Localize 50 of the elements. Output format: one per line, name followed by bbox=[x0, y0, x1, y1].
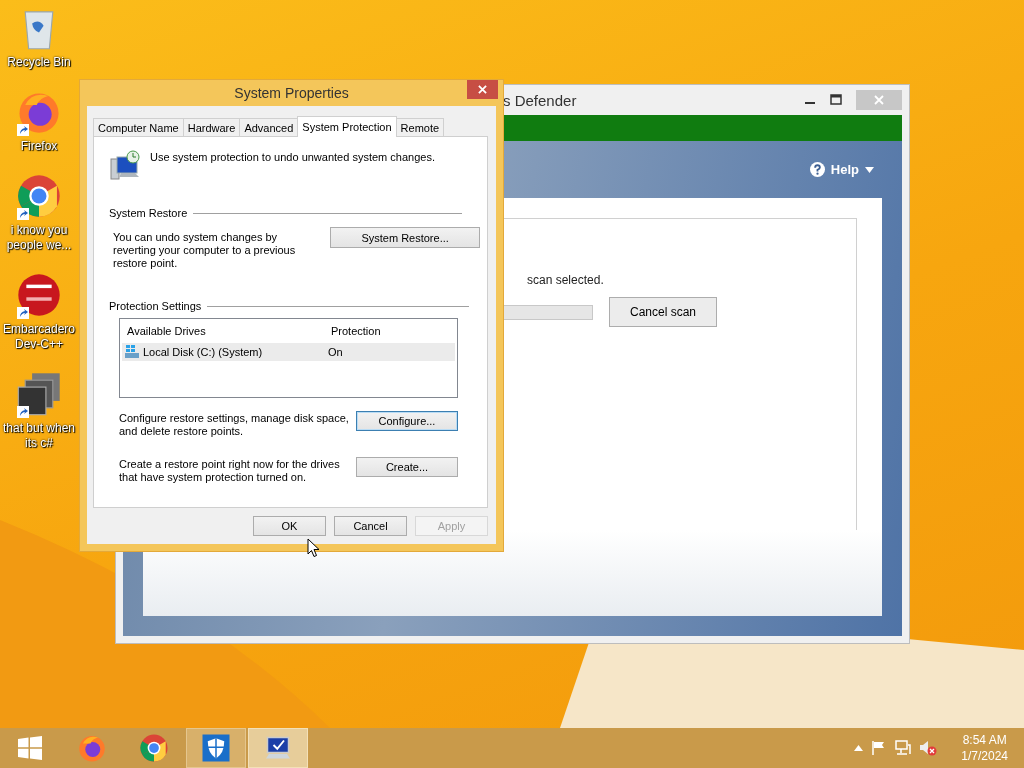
window-stack-icon bbox=[16, 371, 62, 417]
drive-icon bbox=[124, 345, 140, 359]
network-icon[interactable] bbox=[895, 740, 912, 756]
configure-button[interactable]: Configure... bbox=[356, 411, 458, 431]
create-button[interactable]: Create... bbox=[356, 457, 458, 477]
drive-row[interactable]: Local Disk (C:) (System) On bbox=[122, 343, 455, 361]
close-icon bbox=[478, 85, 487, 94]
maximize-icon[interactable] bbox=[830, 94, 842, 106]
shortcut-arrow-icon bbox=[17, 307, 29, 319]
tab[interactable]: Computer Name bbox=[93, 118, 184, 136]
window-title: System Properties bbox=[234, 85, 349, 101]
dialog-button[interactable]: Cancel bbox=[334, 516, 407, 536]
close-button[interactable] bbox=[467, 80, 498, 99]
tab[interactable]: System Protection bbox=[297, 116, 397, 137]
time-text: 8:54 AM bbox=[962, 732, 1007, 748]
shortcut-arrow-icon bbox=[17, 124, 29, 136]
tab[interactable]: Remote bbox=[395, 118, 445, 136]
taskbar-button[interactable] bbox=[186, 728, 246, 768]
description-text: Use system protection to undo unwanted system changes. bbox=[150, 151, 435, 163]
scan-status: scan selected. bbox=[527, 273, 605, 287]
muted-speaker-icon[interactable] bbox=[919, 740, 938, 756]
help-icon bbox=[809, 162, 825, 177]
help-menu[interactable]: Help bbox=[809, 162, 874, 177]
computer-restore-icon bbox=[109, 149, 141, 181]
cancel-scan-button[interactable]: Cancel scan bbox=[609, 297, 717, 327]
show-hidden-icons-icon[interactable] bbox=[854, 745, 864, 751]
dialog-button[interactable]: OK bbox=[253, 516, 326, 536]
description-text: Create a restore point right now for the drives that have system protection turned on. bbox=[119, 458, 341, 484]
chrome-icon bbox=[16, 173, 62, 219]
window-title: s Defender bbox=[503, 91, 577, 109]
column-header[interactable]: Protection bbox=[325, 325, 381, 337]
shield-icon bbox=[201, 733, 231, 763]
windows-logo-icon bbox=[15, 733, 45, 763]
description-text: Configure restore settings, manage disk space, and delete restore points. bbox=[119, 412, 350, 438]
mouse-cursor-icon bbox=[307, 538, 320, 558]
system-restore-button[interactable]: System Restore... bbox=[330, 227, 480, 248]
date-text: 1/7/2024 bbox=[961, 748, 1008, 764]
column-header[interactable]: Available Drives bbox=[122, 325, 325, 337]
close-icon bbox=[874, 95, 884, 105]
firefox-icon bbox=[77, 733, 107, 763]
caret-icon bbox=[865, 166, 874, 173]
shortcut-arrow-icon bbox=[17, 406, 29, 418]
shortcut-arrow-icon bbox=[17, 208, 29, 220]
section-heading: Protection Settings bbox=[109, 300, 202, 312]
taskbar-button[interactable] bbox=[248, 728, 308, 768]
section-heading: System Restore bbox=[109, 207, 188, 219]
description-text: You can undo system changes by reverting your computer to a previous restore point. bbox=[113, 231, 297, 270]
chrome-icon bbox=[139, 733, 169, 763]
protection-status: On bbox=[327, 346, 343, 358]
drive-name: Local Disk (C:) (System) bbox=[143, 346, 263, 358]
